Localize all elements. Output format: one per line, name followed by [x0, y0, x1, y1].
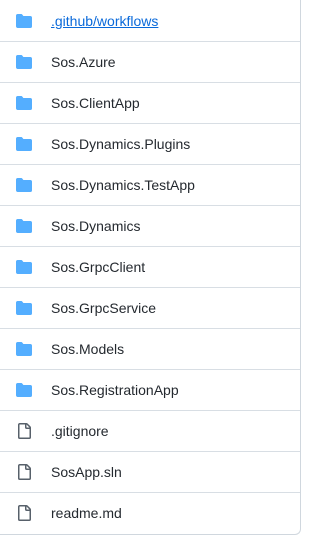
folder-icon [16, 382, 32, 398]
list-item-sos-dynamics[interactable]: Sos.Dynamics [0, 205, 300, 246]
entry-name: Sos.ClientApp [51, 95, 140, 111]
entry-name: Sos.RegistrationApp [51, 382, 179, 398]
folder-icon [16, 300, 32, 316]
folder-icon [16, 54, 32, 70]
file-icon [16, 423, 32, 439]
folder-icon [16, 218, 32, 234]
list-item-sos-dynamics-testapp[interactable]: Sos.Dynamics.TestApp [0, 164, 300, 205]
list-item-sos-grpcservice[interactable]: Sos.GrpcService [0, 287, 300, 328]
entry-name: Sos.Dynamics [51, 218, 141, 234]
folder-icon [16, 341, 32, 357]
entry-name: readme.md [51, 505, 122, 521]
file-icon [16, 464, 32, 480]
entry-name: .gitignore [51, 423, 109, 439]
list-item-readme-md[interactable]: readme.md [0, 492, 300, 533]
file-list: .github/workflows Sos.Azure Sos.ClientAp… [0, 0, 301, 535]
folder-icon [16, 136, 32, 152]
entry-name: Sos.Dynamics.Plugins [51, 136, 191, 152]
list-item-gitignore[interactable]: .gitignore [0, 410, 300, 451]
list-item-github-workflows[interactable]: .github/workflows [0, 0, 300, 41]
entry-name: Sos.GrpcClient [51, 259, 146, 275]
list-item-sosapp-sln[interactable]: SosApp.sln [0, 451, 300, 492]
list-item-sos-grpcclient[interactable]: Sos.GrpcClient [0, 246, 300, 287]
file-icon [16, 505, 32, 521]
list-item-sos-models[interactable]: Sos.Models [0, 328, 300, 369]
entry-name: Sos.Models [51, 341, 125, 357]
entry-name: Sos.Dynamics.TestApp [51, 177, 195, 193]
entry-name: .github/workflows [51, 12, 159, 29]
list-item-sos-dynamics-plugins[interactable]: Sos.Dynamics.Plugins [0, 123, 300, 164]
entry-name: Sos.GrpcService [51, 300, 157, 316]
folder-icon [16, 177, 32, 193]
folder-icon [16, 259, 32, 275]
folder-icon [16, 13, 32, 29]
list-item-sos-clientapp[interactable]: Sos.ClientApp [0, 82, 300, 123]
folder-icon [16, 95, 32, 111]
entry-name: Sos.Azure [51, 54, 116, 70]
list-item-sos-registrationapp[interactable]: Sos.RegistrationApp [0, 369, 300, 410]
list-item-sos-azure[interactable]: Sos.Azure [0, 41, 300, 82]
entry-name: SosApp.sln [51, 464, 122, 480]
